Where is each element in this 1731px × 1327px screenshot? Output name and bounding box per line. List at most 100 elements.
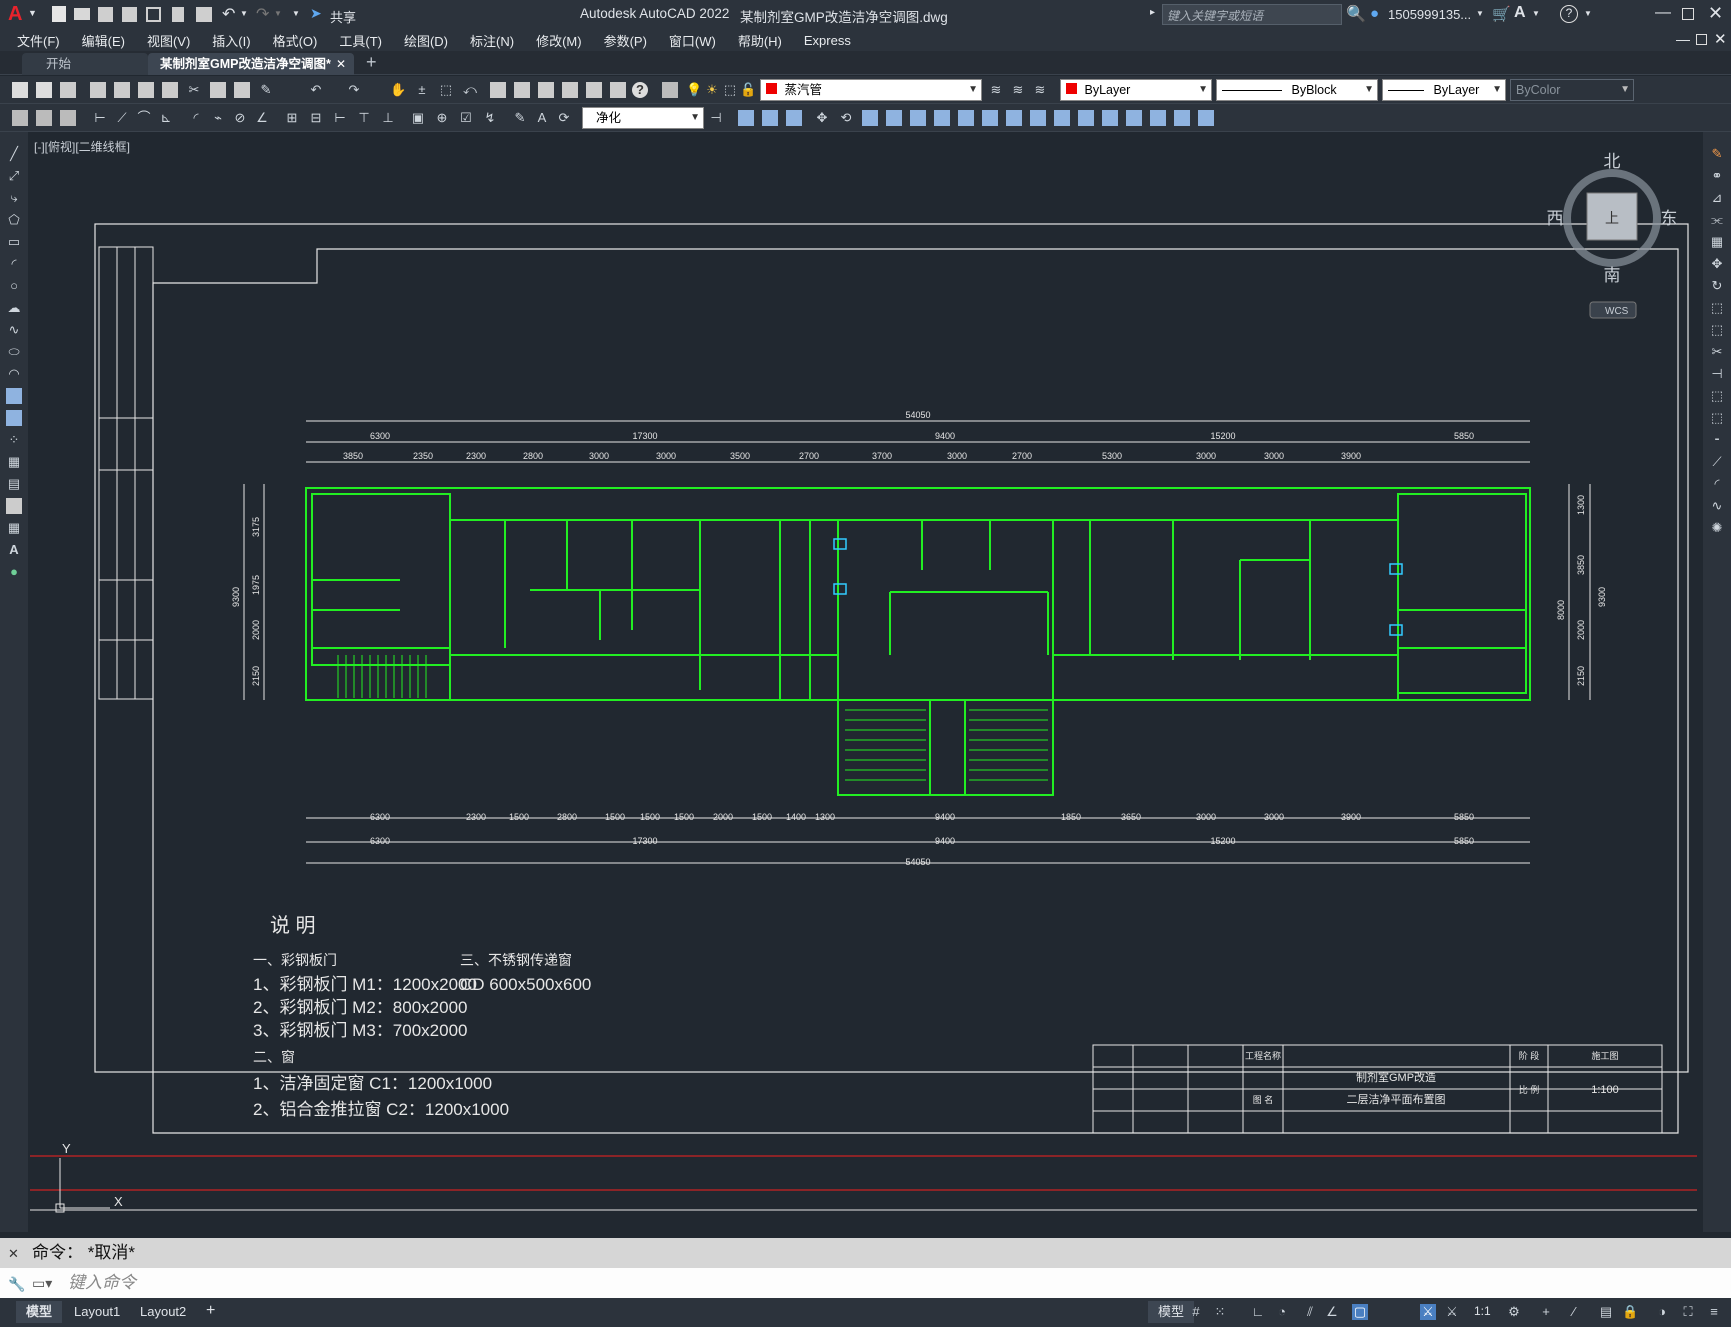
arc-length-icon[interactable]: ⌒ [136,110,152,126]
dim-style-icon[interactable]: ⊣ [708,110,724,126]
extend-icon[interactable]: ⊣ [1709,366,1725,382]
layer-lock-icon[interactable]: 🔓 [740,82,756,98]
help-dropdown-icon[interactable]: ▼ [1584,9,1592,18]
extrude-icon[interactable] [958,110,974,126]
circle-icon[interactable]: ○ [6,278,22,294]
snap-icon[interactable]: ⁙ [1212,1304,1228,1320]
maximize-icon[interactable] [1682,8,1694,20]
color-dropdown[interactable]: ByLayer ▼ [1060,79,1212,101]
baseline-dim-icon[interactable]: ⊟ [308,110,324,126]
hatch-icon[interactable]: ▦ [6,454,22,470]
arc-icon[interactable]: ◜ [6,256,22,272]
break-at-point-icon[interactable]: ⬚ [1709,388,1725,404]
polyline-icon[interactable]: ⤷ [6,190,22,206]
point-icon[interactable]: ⁘ [6,432,22,448]
tab-layout2[interactable]: Layout2 [130,1301,196,1323]
inspect-icon[interactable]: ☑ [458,110,474,126]
quick-properties-icon[interactable]: ▤ [1598,1304,1614,1320]
match-properties-icon[interactable]: ✎ [258,82,274,98]
new-icon[interactable] [12,82,28,98]
view-manager-icon[interactable] [1198,110,1214,126]
undo-icon[interactable]: ↶ [308,82,324,98]
layer-dropdown[interactable]: 蒸汽管 ▼ [760,79,982,101]
menu-help[interactable]: 帮助(H) [727,31,793,50]
make-current-layer-icon[interactable]: ≋ [988,82,1004,98]
insert-block-icon[interactable] [6,388,22,404]
publish-icon[interactable] [138,82,154,98]
save-icon[interactable] [98,7,113,22]
add-selected-icon[interactable]: ● [6,564,22,580]
revcloud-icon[interactable]: ☁ [6,300,22,316]
undo-icon[interactable]: ↶ [222,4,235,24]
move-3d-icon[interactable]: ✥ [814,110,830,126]
tab-start[interactable]: 开始 [22,53,148,75]
recent-commands-icon[interactable]: ▭▾ [32,1268,52,1298]
jogged-linear-icon[interactable]: ↯ [482,110,498,126]
zoom-realtime-icon[interactable]: ± [414,82,430,98]
explode-icon[interactable]: ✺ [1709,520,1725,536]
autocad-logo[interactable]: A [8,3,22,26]
tab-close-icon[interactable]: ✕ [336,53,346,75]
menu-file[interactable]: 文件(F) [0,31,71,50]
new-file-icon[interactable] [52,6,66,22]
open-icon[interactable] [36,82,52,98]
menu-insert[interactable]: 插入(I) [201,31,261,50]
region-icon[interactable] [6,498,22,514]
center-mark-icon[interactable]: ⊕ [434,110,450,126]
lock-ui-icon[interactable]: 🔒 [1622,1304,1638,1320]
new-layout-icon[interactable]: + [206,1302,215,1320]
scale-icon[interactable]: ⬚ [1709,300,1725,316]
isolate-objects-icon[interactable]: ◑ [1654,1304,1670,1320]
lineweight-dropdown[interactable]: ByLayer ▼ [1382,79,1506,101]
tolerance-icon[interactable]: ▣ [410,110,426,126]
polygon-icon[interactable]: ⬠ [6,212,22,228]
ordinate-dim-icon[interactable]: ⊾ [158,110,174,126]
doc-restore-icon[interactable] [1696,34,1707,45]
open-web-icon[interactable] [146,7,161,22]
cylinder-icon[interactable] [786,110,802,126]
join-icon[interactable]: ⁃ [1709,432,1725,448]
polar-icon[interactable]: ◔ [1274,1304,1290,1320]
user-name[interactable]: 1505999135... [1388,7,1471,22]
design-center-icon[interactable] [514,82,530,98]
mirror-icon[interactable]: ⊿ [1709,190,1725,206]
workspace-icon[interactable] [12,110,28,126]
layer-on-icon[interactable]: 💡 [686,82,702,98]
construction-line-icon[interactable]: ⤢ [6,168,22,184]
annotation-monitor-icon[interactable]: + [1538,1304,1554,1320]
wedge-icon[interactable] [762,110,778,126]
customization-icon[interactable]: ≡ [1706,1304,1722,1320]
help-icon[interactable]: ? [632,82,648,98]
app-menu-chevron-icon[interactable]: ▼ [28,8,37,18]
scale-3d-icon[interactable] [862,110,878,126]
ucs-icon[interactable] [1174,110,1190,126]
ortho-icon[interactable]: ∟ [1250,1304,1266,1320]
tab-layout1[interactable]: Layout1 [64,1301,130,1323]
table-icon[interactable]: ▦ [6,520,22,536]
sheet-set-icon[interactable] [562,82,578,98]
isodraft-icon[interactable]: ⫽ [1302,1304,1318,1320]
zoom-previous-icon[interactable]: ⤺ [462,82,478,98]
offset-icon[interactable]: ⫘ [1709,212,1725,228]
markup-icon[interactable] [586,82,602,98]
auto-scale-icon[interactable]: ⚔ [1444,1304,1460,1320]
plot-icon[interactable] [90,82,106,98]
redo-dropdown-icon[interactable]: ▼ [274,9,282,18]
plotstyle-dropdown[interactable]: ByColor ▼ [1510,79,1634,101]
menu-draw[interactable]: 绘图(D) [393,31,459,50]
properties-icon[interactable] [490,82,506,98]
menu-view[interactable]: 视图(V) [136,31,201,50]
zoom-window-icon[interactable]: ⬚ [438,82,454,98]
units-icon[interactable]: ⁄ [1566,1304,1582,1320]
linetype-dropdown[interactable]: ByBlock ▼ [1216,79,1378,101]
close-command-icon[interactable]: ✕ [8,1239,19,1269]
angular-dim-icon[interactable]: ∠ [254,110,270,126]
pan-icon[interactable]: ✋ [390,82,406,98]
redo-icon[interactable]: ↷ [256,4,269,24]
move-icon[interactable]: ✥ [1709,256,1725,272]
close-window-icon[interactable]: ✕ [1708,3,1723,24]
tab-model[interactable]: 模型 [16,1301,63,1323]
layer-properties-icon[interactable] [662,82,678,98]
workspace-save-icon[interactable] [36,110,52,126]
new-tab-icon[interactable]: + [366,52,377,73]
